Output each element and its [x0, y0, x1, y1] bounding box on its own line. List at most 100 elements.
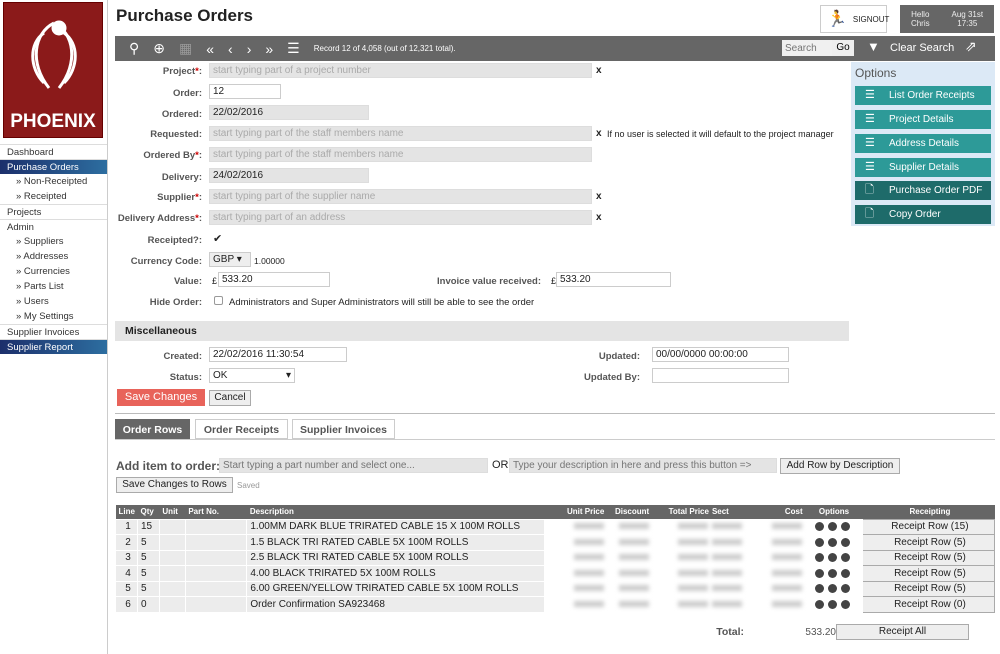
- cell-qty[interactable]: 5: [136, 534, 160, 551]
- column-header[interactable]: Receipting: [862, 505, 995, 519]
- tab-order-rows[interactable]: Order Rows: [115, 419, 190, 439]
- tab-order-receipts[interactable]: Order Receipts: [195, 419, 288, 439]
- cell-qty[interactable]: 0: [136, 596, 160, 613]
- column-header[interactable]: Line: [115, 505, 138, 519]
- purchase-order-pdf-button[interactable]: 🗋 Purchase Order PDF: [855, 181, 991, 200]
- status-select[interactable]: OK ▾: [209, 368, 295, 383]
- updated-by-input[interactable]: [652, 368, 789, 383]
- next-record-icon[interactable]: ›: [247, 41, 252, 57]
- column-header[interactable]: Sect: [708, 505, 743, 519]
- cell-line[interactable]: 5: [115, 580, 138, 597]
- cell-qty[interactable]: 5: [136, 580, 160, 597]
- cell-desc[interactable]: 6.00 GREEN/YELLOW TRIRATED CABLE 5X 100M…: [246, 580, 546, 597]
- filter-icon[interactable]: ▼: [867, 39, 880, 54]
- cell-part[interactable]: [184, 565, 248, 582]
- sidebar-item[interactable]: Projects: [0, 204, 107, 219]
- add-icon[interactable]: ⊕: [153, 40, 165, 57]
- cell-qty[interactable]: 15: [136, 518, 160, 535]
- cell-part[interactable]: [184, 534, 248, 551]
- search-input[interactable]: [782, 40, 832, 56]
- column-header[interactable]: Options: [802, 505, 863, 519]
- sidebar-item[interactable]: » Non-Receipted: [0, 174, 107, 189]
- delete-icon[interactable]: [840, 553, 850, 563]
- receipt-row-button[interactable]: Receipt Row (5): [861, 565, 996, 582]
- delete-icon[interactable]: [840, 522, 850, 532]
- hide-order-checkbox[interactable]: [214, 296, 223, 305]
- cell-line[interactable]: 6: [115, 596, 138, 613]
- column-header[interactable]: Total Price: [649, 505, 709, 519]
- go-button[interactable]: Go: [832, 40, 854, 56]
- first-record-icon[interactable]: «: [206, 41, 214, 57]
- cell-qty[interactable]: 5: [136, 565, 160, 582]
- invoice-value-input[interactable]: 533.20: [556, 272, 671, 287]
- delivery-input[interactable]: 24/02/2016: [209, 168, 369, 183]
- trash-icon[interactable]: ▦: [179, 40, 192, 57]
- copy-order-button[interactable]: 🗋 Copy Order: [855, 205, 991, 224]
- cell-line[interactable]: 4: [115, 565, 138, 582]
- list-icon[interactable]: ☰: [287, 40, 300, 57]
- last-record-icon[interactable]: »: [265, 41, 273, 57]
- phoenix-logo[interactable]: PHOENIX: [3, 2, 103, 138]
- sidebar-item[interactable]: Admin: [0, 219, 107, 234]
- cell-part[interactable]: [184, 518, 248, 535]
- receipt-row-button[interactable]: Receipt Row (5): [861, 580, 996, 597]
- move-up-icon[interactable]: [814, 599, 824, 609]
- cell-part[interactable]: [184, 580, 248, 597]
- sidebar-item[interactable]: » Currencies: [0, 264, 107, 279]
- delete-icon[interactable]: [840, 584, 850, 594]
- cell-unit[interactable]: [158, 549, 186, 566]
- sidebar-item[interactable]: Supplier Invoices: [0, 324, 107, 339]
- project-details-button[interactable]: ☰ Project Details: [855, 110, 991, 129]
- column-header[interactable]: Part No.: [185, 505, 247, 519]
- receipt-row-button[interactable]: Receipt Row (15): [861, 518, 996, 535]
- sidebar-item[interactable]: » Users: [0, 294, 107, 309]
- currency-select[interactable]: GBP ▾: [209, 252, 251, 267]
- ordered-input[interactable]: 22/02/2016: [209, 105, 369, 120]
- column-header[interactable]: Unit Price: [544, 505, 605, 519]
- ordered-by-input[interactable]: start typing part of the staff members n…: [209, 147, 592, 162]
- supplier-input[interactable]: start typing part of the supplier name: [209, 189, 592, 204]
- move-down-icon[interactable]: [827, 537, 837, 547]
- delete-icon[interactable]: [840, 599, 850, 609]
- save-changes-to-rows-button[interactable]: Save Changes to Rows: [116, 477, 233, 493]
- move-up-icon[interactable]: [814, 568, 824, 578]
- cell-unit[interactable]: [158, 518, 186, 535]
- sidebar-item[interactable]: » Receipted: [0, 189, 107, 204]
- description-input[interactable]: [509, 458, 777, 473]
- export-icon[interactable]: ⇗: [965, 38, 977, 55]
- add-row-by-description-button[interactable]: Add Row by Description: [780, 458, 900, 474]
- column-header[interactable]: Cost: [742, 505, 803, 519]
- move-up-icon[interactable]: [814, 584, 824, 594]
- column-header[interactable]: Qty: [137, 505, 160, 519]
- delivery-address-input[interactable]: start typing part of an address: [209, 210, 592, 225]
- tab-supplier-invoices[interactable]: Supplier Invoices: [292, 419, 395, 439]
- created-input[interactable]: 22/02/2016 11:30:54: [209, 347, 347, 362]
- column-header[interactable]: Unit: [159, 505, 186, 519]
- cell-part[interactable]: [184, 549, 248, 566]
- move-down-icon[interactable]: [827, 584, 837, 594]
- cell-desc[interactable]: 1.00MM DARK BLUE TRIRATED CABLE 15 X 100…: [246, 518, 546, 535]
- sidebar-item[interactable]: Purchase Orders: [0, 159, 107, 174]
- receipt-row-button[interactable]: Receipt Row (0): [861, 596, 996, 613]
- list-order-receipts-button[interactable]: ☰ List Order Receipts: [855, 86, 991, 105]
- move-up-icon[interactable]: [814, 522, 824, 532]
- sidebar-item[interactable]: » My Settings: [0, 309, 107, 324]
- updated-input[interactable]: 00/00/0000 00:00:00: [652, 347, 789, 362]
- move-down-icon[interactable]: [827, 599, 837, 609]
- cell-desc[interactable]: 1.5 BLACK TRI RATED CABLE 5X 100M ROLLS: [246, 534, 546, 551]
- clear-address-icon[interactable]: x: [596, 212, 602, 223]
- supplier-details-button[interactable]: ☰ Supplier Details: [855, 158, 991, 177]
- cell-line[interactable]: 3: [115, 549, 138, 566]
- cell-desc[interactable]: 2.5 BLACK TRI RATED CABLE 5X 100M ROLLS: [246, 549, 546, 566]
- signout-button[interactable]: 🏃 SIGNOUT: [820, 5, 889, 33]
- sidebar-item[interactable]: » Suppliers: [0, 234, 107, 249]
- delete-icon[interactable]: [840, 537, 850, 547]
- value-input[interactable]: 533.20: [218, 272, 330, 287]
- cell-desc[interactable]: Order Confirmation SA923468: [246, 596, 546, 613]
- cell-line[interactable]: 2: [115, 534, 138, 551]
- cell-part[interactable]: [184, 596, 248, 613]
- order-input[interactable]: 12: [209, 84, 281, 99]
- cell-desc[interactable]: 4.00 BLACK TRIRATED 5X 100M ROLLS: [246, 565, 546, 582]
- cell-qty[interactable]: 5: [136, 549, 160, 566]
- requested-input[interactable]: start typing part of the staff members n…: [209, 126, 592, 141]
